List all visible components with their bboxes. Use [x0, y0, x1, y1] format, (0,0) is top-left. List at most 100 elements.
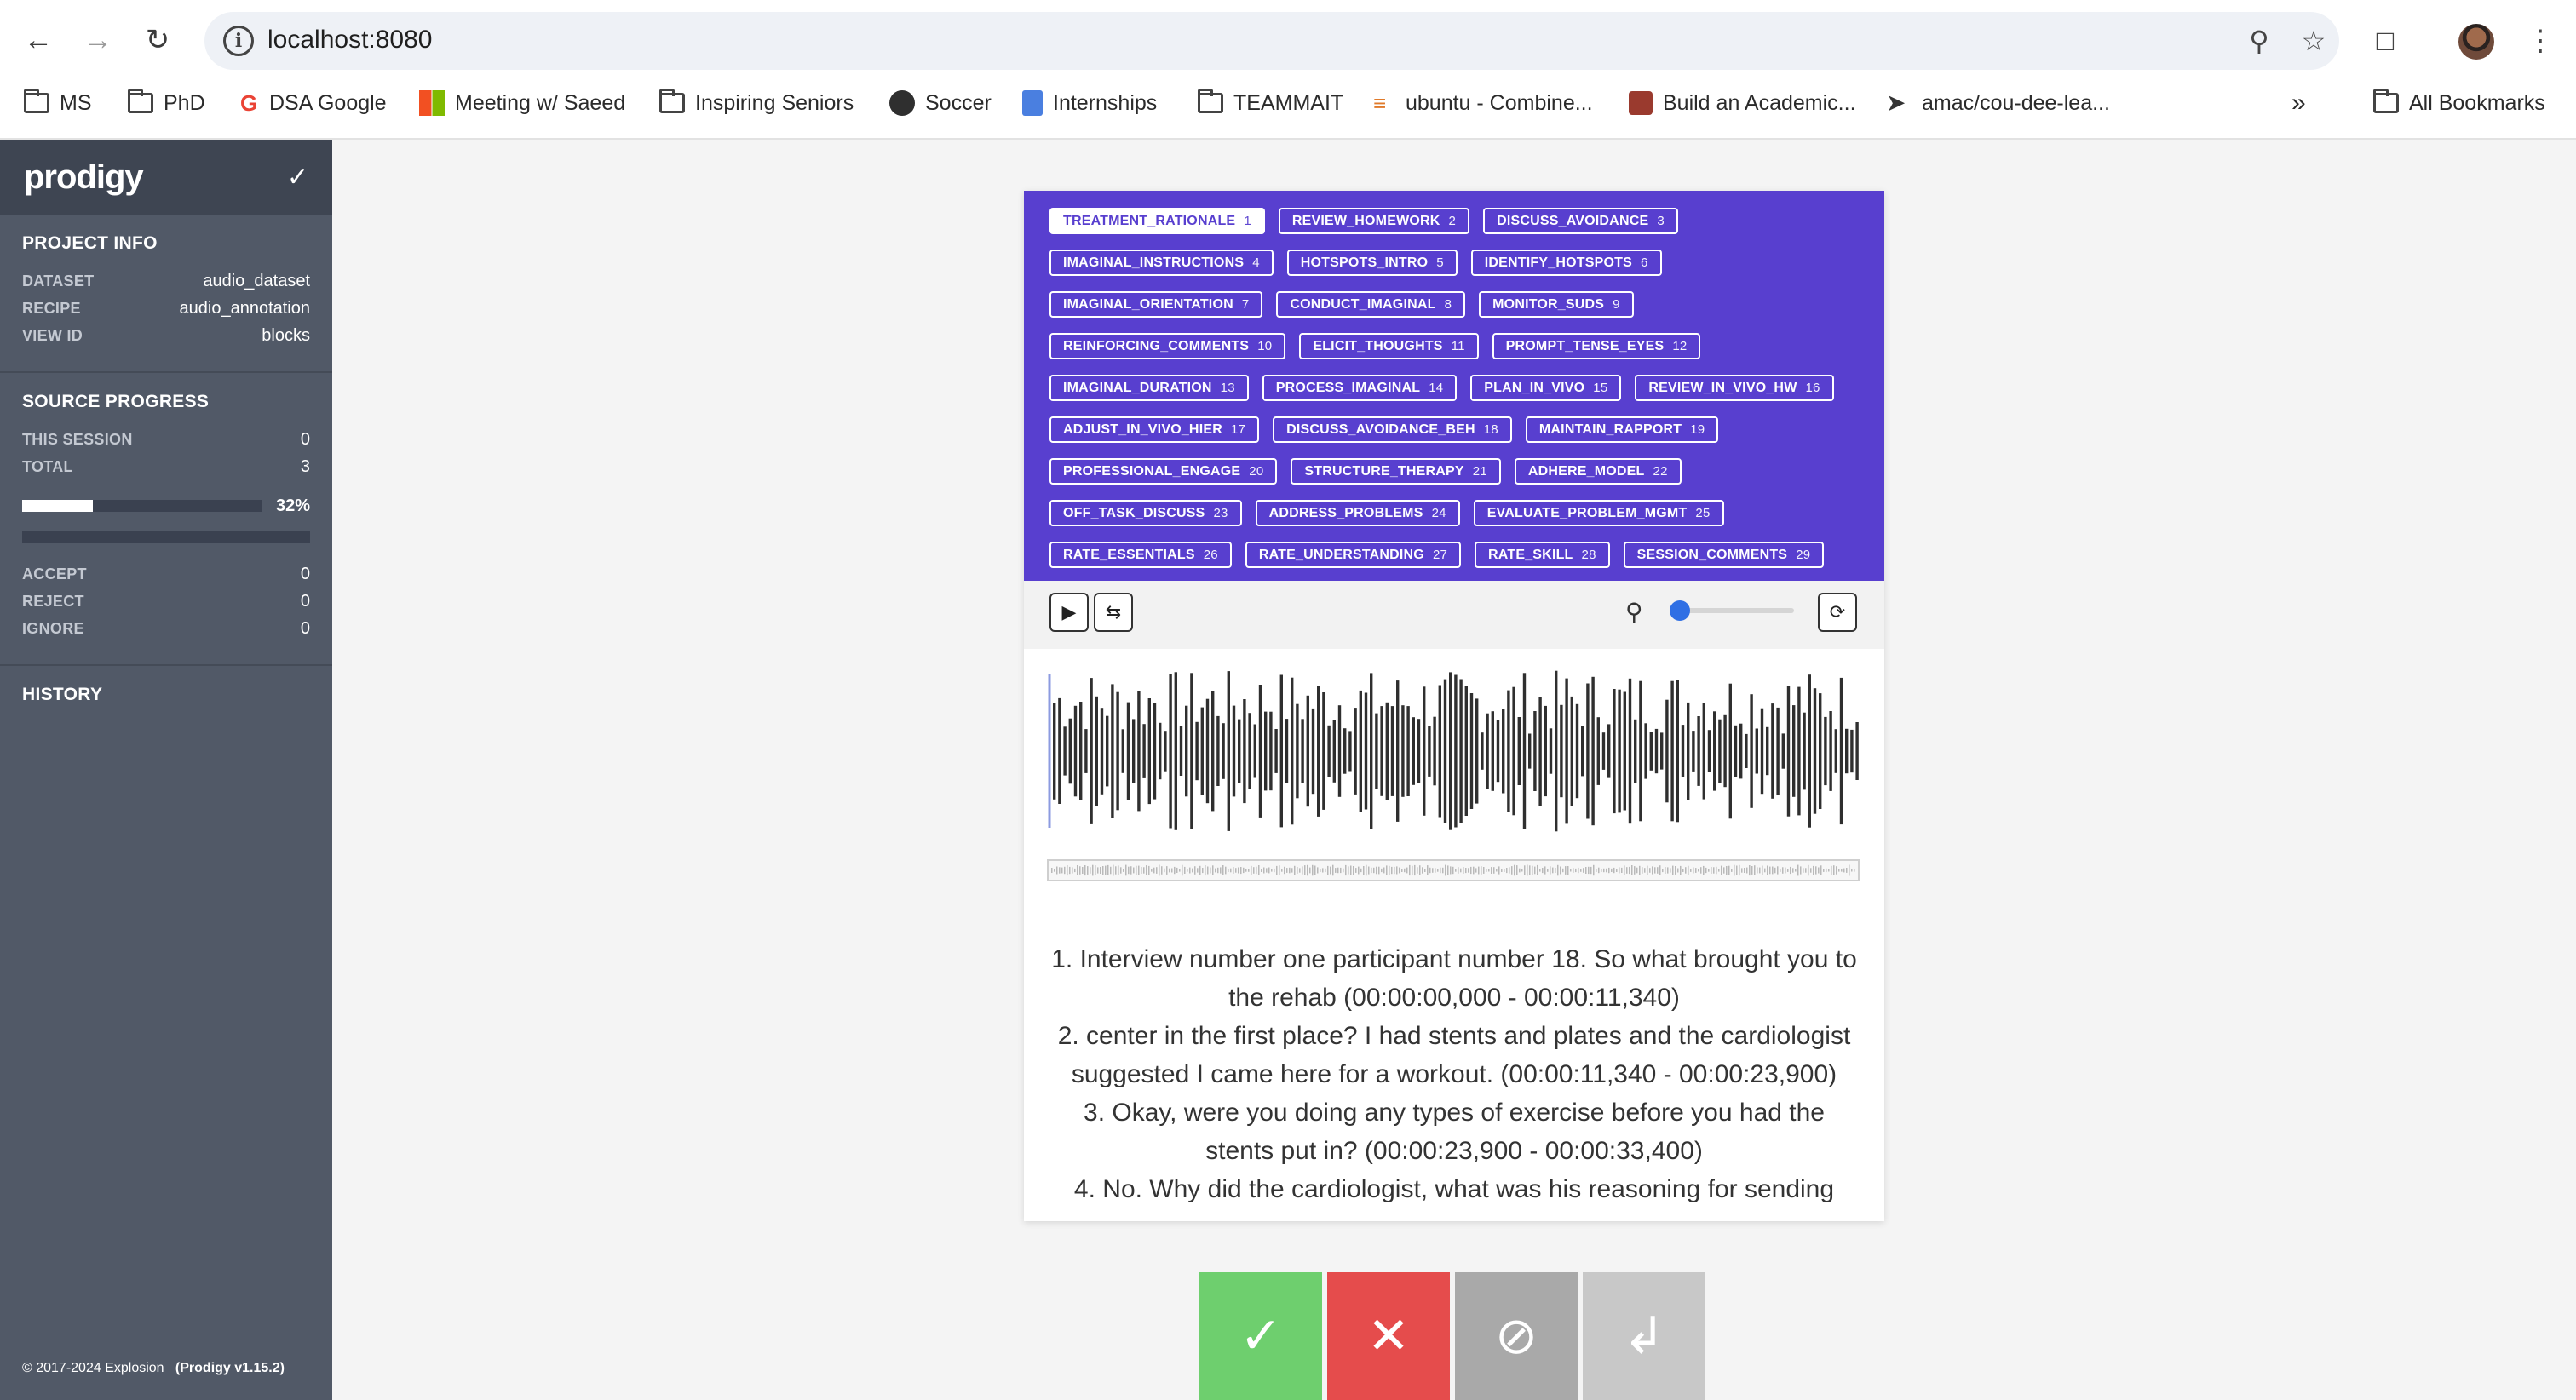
minimap-bar: [1378, 866, 1380, 875]
back-arrow-icon[interactable]: ←: [17, 19, 60, 61]
label-option[interactable]: MONITOR_SUDS 9: [1479, 291, 1634, 318]
waveform-bar: [1549, 728, 1553, 774]
label-option[interactable]: IMAGINAL_ORIENTATION 7: [1049, 291, 1263, 318]
version-text[interactable]: (Prodigy v1.15.2): [175, 1361, 285, 1375]
label-option[interactable]: TREATMENT_RATIONALE 1: [1049, 208, 1265, 234]
waveform-bar: [1258, 685, 1262, 818]
view-id-row: VIEW ID blocks: [22, 322, 310, 349]
zoom-magnifier-icon[interactable]: ⚲: [2240, 22, 2278, 60]
label-option[interactable]: DISCUSS_AVOIDANCE_BEH 18: [1273, 416, 1512, 443]
history-title[interactable]: HISTORY: [22, 685, 310, 705]
label-option[interactable]: IMAGINAL_INSTRUCTIONS 4: [1049, 250, 1274, 276]
label-option[interactable]: CONDUCT_IMAGINAL 8: [1276, 291, 1466, 318]
bookmark-soccer[interactable]: Soccer: [889, 82, 992, 124]
minimap-bar: [1780, 869, 1781, 872]
waveform-bar: [1449, 672, 1452, 830]
minimap-bar: [1245, 869, 1247, 872]
loop-button[interactable]: ⇆: [1094, 593, 1133, 632]
bookmark-meeting-saeed[interactable]: Meeting w/ Saeed: [419, 82, 625, 124]
reload-icon[interactable]: ↻: [136, 19, 179, 61]
checkmark-icon[interactable]: ✓: [287, 163, 308, 192]
ignore-button[interactable]: ⊘: [1455, 1272, 1578, 1400]
bookmark-dsa-google[interactable]: G DSA Google: [240, 82, 387, 124]
label-option[interactable]: RATE_ESSENTIALS 26: [1049, 542, 1232, 568]
label-option[interactable]: STRUCTURE_THERAPY 21: [1291, 458, 1501, 485]
all-bookmarks[interactable]: All Bookmarks: [2373, 82, 2545, 124]
address-bar[interactable]: i localhost:8080 ⚲ ☆: [204, 12, 2339, 70]
zoom-slider-knob[interactable]: [1670, 600, 1690, 621]
audio-waveform[interactable]: [1024, 649, 1884, 887]
waveform-bar: [1269, 711, 1273, 791]
label-option[interactable]: HOTSPOTS_INTRO 5: [1286, 250, 1458, 276]
label-option[interactable]: SESSION_COMMENTS 29: [1623, 542, 1825, 568]
label-name: ADDRESS_PROBLEMS: [1268, 505, 1423, 520]
minimap-bar: [1222, 865, 1224, 875]
minimap-bar: [1721, 865, 1722, 875]
minimap-bar: [1371, 867, 1372, 874]
label-option[interactable]: REVIEW_IN_VIVO_HW 16: [1635, 375, 1834, 401]
minimap-bar: [1557, 864, 1559, 876]
forward-arrow-icon[interactable]: →: [77, 19, 119, 61]
minimap-bar: [1703, 865, 1705, 875]
url-text[interactable]: localhost:8080: [267, 26, 432, 55]
undo-button[interactable]: ↲: [1583, 1272, 1705, 1400]
waveform-bar: [1428, 726, 1431, 777]
label-option[interactable]: ADJUST_IN_VIVO_HIER 17: [1049, 416, 1260, 443]
stack-icon: ≡: [1373, 90, 1387, 116]
label-shortcut: 5: [1436, 255, 1444, 270]
minimap-bar: [1059, 867, 1061, 874]
audio-controls: ▶ ⇆ ⚲ ⟳: [1024, 581, 1884, 649]
reject-button[interactable]: ✕: [1327, 1272, 1450, 1400]
profile-avatar[interactable]: [2458, 24, 2494, 60]
label-option[interactable]: PLAN_IN_VIVO 15: [1470, 375, 1622, 401]
label-option[interactable]: PROMPT_TENSE_EYES 12: [1492, 333, 1701, 359]
label-selector: TREATMENT_RATIONALE 1 REVIEW_HOMEWORK 2 DISC…: [1024, 191, 1884, 610]
label-option[interactable]: PROFESSIONAL_ENGAGE 20: [1049, 458, 1278, 485]
waveform-bar: [1496, 720, 1500, 783]
site-info-icon[interactable]: i: [223, 26, 254, 56]
bookmark-teammait[interactable]: TEAMMAIT: [1198, 82, 1343, 124]
minimap-bar: [1368, 866, 1370, 875]
minimap-bar: [1565, 866, 1567, 875]
copyright-text: © 2017-2024 Explosion: [22, 1361, 164, 1375]
accept-button[interactable]: ✓: [1199, 1272, 1322, 1400]
play-button[interactable]: ▶: [1049, 593, 1089, 632]
waveform-bar: [1327, 725, 1331, 777]
label-option[interactable]: IMAGINAL_DURATION 13: [1049, 375, 1249, 401]
bookmark-inspiring-seniors[interactable]: Inspiring Seniors: [659, 82, 854, 124]
reset-button[interactable]: ⟳: [1818, 593, 1857, 632]
minimap-bar: [1700, 867, 1702, 874]
minimap-bar: [1340, 867, 1342, 874]
label-option[interactable]: ADDRESS_PROBLEMS 24: [1255, 500, 1460, 526]
label-option[interactable]: ADHERE_MODEL 22: [1514, 458, 1682, 485]
extensions-icon[interactable]: □: [2365, 20, 2406, 61]
label-option[interactable]: PROCESS_IMAGINAL 14: [1262, 375, 1458, 401]
menu-kebab-icon[interactable]: ⋮: [2520, 20, 2561, 61]
minimap-bar: [1836, 866, 1837, 875]
minimap-bar: [1350, 865, 1352, 875]
label-option[interactable]: RATE_SKILL 28: [1475, 542, 1610, 568]
label-option[interactable]: RATE_UNDERSTANDING 27: [1245, 542, 1462, 568]
label-option[interactable]: IDENTIFY_HOTSPOTS 6: [1470, 250, 1662, 276]
label-option[interactable]: DISCUSS_AVOIDANCE 3: [1483, 208, 1678, 234]
bookmark-internships[interactable]: Internships: [1022, 82, 1157, 124]
bookmark-star-icon[interactable]: ☆: [2295, 22, 2332, 60]
zoom-slider[interactable]: [1670, 600, 1794, 621]
bookmark-ubuntu[interactable]: ≡ ubuntu - Combine...: [1373, 82, 1593, 124]
bookmark-amac[interactable]: ➤ amac/cou-dee-lea...: [1886, 82, 2110, 124]
bookmark-build-academic[interactable]: Build an Academic...: [1629, 82, 1856, 124]
minimap-bar: [1516, 865, 1518, 875]
label-option[interactable]: ELICIT_THOUGHTS 11: [1299, 333, 1479, 359]
label-option[interactable]: OFF_TASK_DISCUSS 23: [1049, 500, 1242, 526]
label-option[interactable]: MAINTAIN_RAPPORT 19: [1525, 416, 1719, 443]
label-option[interactable]: REVIEW_HOMEWORK 2: [1278, 208, 1470, 234]
waveform-main[interactable]: [1053, 670, 1859, 832]
minimap-bar: [1596, 869, 1597, 872]
label-option[interactable]: EVALUATE_PROBLEM_MGMT 25: [1473, 500, 1724, 526]
bookmark-ms[interactable]: MS: [24, 82, 92, 124]
minimap-bar: [1514, 864, 1515, 876]
label-option[interactable]: REINFORCING_COMMENTS 10: [1049, 333, 1286, 359]
waveform-bar: [1803, 712, 1806, 790]
bookmark-phd[interactable]: PhD: [128, 82, 205, 124]
more-bookmarks-chevron-icon[interactable]: »: [2291, 82, 2306, 124]
